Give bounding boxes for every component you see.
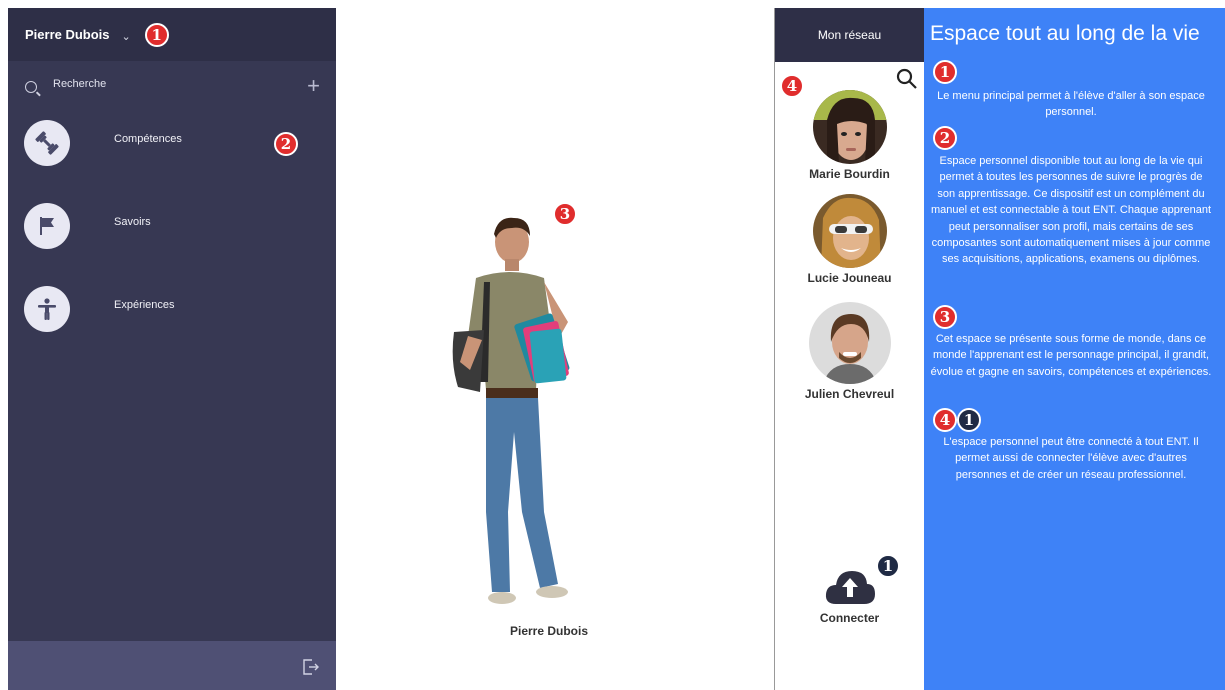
info-title: Espace tout au long de la vie xyxy=(930,22,1200,45)
info-block-3: Cet espace se présente sous forme de mon… xyxy=(930,333,1212,378)
contact-item[interactable]: Lucie Jouneau xyxy=(775,194,924,285)
annotation-badge-4: 4 xyxy=(933,408,957,432)
contact-avatar xyxy=(812,90,887,164)
sidebar-item-label: Savoirs xyxy=(114,216,151,228)
info-panel: Espace tout au long de la vie 1 Le menu … xyxy=(924,8,1225,690)
flag-icon xyxy=(24,203,70,249)
search-label: Recherche xyxy=(53,78,107,90)
contact-name: Lucie Jouneau xyxy=(807,271,892,285)
sidebar-search[interactable]: Recherche + xyxy=(8,61,336,113)
contact-name: Julien Chevreul xyxy=(804,387,895,401)
accessibility-person-icon xyxy=(24,286,70,332)
annotation-badge-2: 2 xyxy=(274,132,298,156)
contact-name: Marie Bourdin xyxy=(809,167,890,181)
chevron-down-icon[interactable]: ⌄ xyxy=(122,30,131,43)
dumbbell-icon xyxy=(24,120,70,166)
user-menu[interactable]: Pierre Dubois ⌄ 1 xyxy=(8,8,336,61)
annotation-badge-2: 2 xyxy=(933,126,957,150)
avatar-name: Pierre Dubois xyxy=(510,624,589,638)
sidebar-item-savoirs[interactable]: Savoirs xyxy=(24,203,151,249)
sidebar-item-label: Compétences xyxy=(114,133,182,145)
annotation-badge-1: 1 xyxy=(144,22,169,47)
search-icon xyxy=(25,81,37,93)
network-panel: Mon réseau 4 Marie Bourdin Lucie Jouneau… xyxy=(775,8,924,690)
connect-label: Connecter xyxy=(819,611,880,625)
contact-avatar xyxy=(808,302,891,384)
main-sidebar: Pierre Dubois ⌄ 1 Recherche + Compétence… xyxy=(8,8,336,690)
annotation-badge-1: 1 xyxy=(876,554,900,578)
sidebar-item-experiences[interactable]: Expériences xyxy=(24,286,175,332)
annotation-badge-3: 3 xyxy=(933,305,957,329)
sidebar-item-competences[interactable]: Compétences xyxy=(24,120,182,166)
annotation-badge-1: 1 xyxy=(933,60,957,84)
info-block-1: Le menu principal permet à l'élève d'all… xyxy=(937,90,1205,119)
annotation-badge-1: 1 xyxy=(957,408,981,432)
add-icon[interactable]: + xyxy=(307,75,320,97)
info-block-4: L'espace personnel peut être connecté à … xyxy=(943,436,1199,481)
connect-button[interactable]: 1 Connecter xyxy=(775,554,924,625)
info-block-2: Espace personnel disponible tout au long… xyxy=(930,155,1212,266)
logout-icon[interactable] xyxy=(302,658,320,681)
contact-item[interactable]: Julien Chevreul xyxy=(775,302,924,401)
student-avatar[interactable] xyxy=(440,212,610,612)
user-name: Pierre Dubois xyxy=(25,27,110,42)
sidebar-footer xyxy=(8,641,336,690)
sidebar-item-label: Expériences xyxy=(114,299,175,311)
contact-avatar xyxy=(812,194,887,268)
contact-item[interactable]: Marie Bourdin xyxy=(775,90,924,181)
cloud-upload-icon xyxy=(825,571,875,604)
annotation-badge-3: 3 xyxy=(553,202,577,226)
network-header: Mon réseau xyxy=(775,8,924,62)
